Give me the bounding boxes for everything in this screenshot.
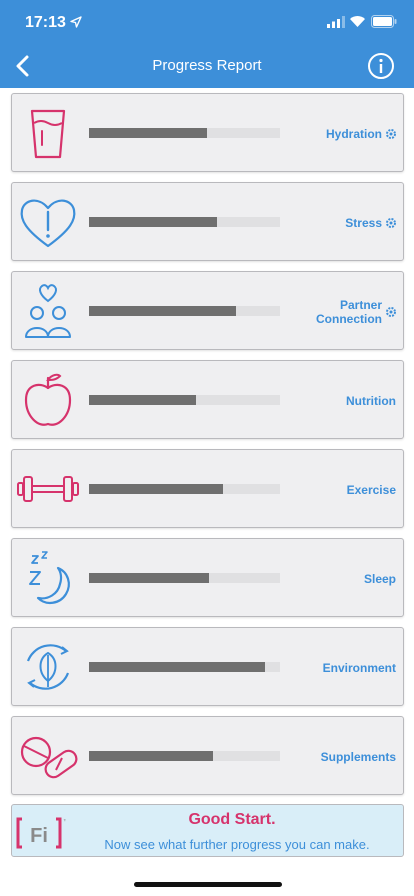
card-label: Stress	[345, 183, 396, 262]
info-icon[interactable]	[367, 52, 395, 80]
card-label-text: Stress	[345, 215, 382, 230]
status-bar: 17:13	[0, 0, 414, 44]
encouragement-banner[interactable]: Fi ™ Good Start. Now see what further pr…	[11, 804, 404, 857]
glass-icon	[30, 109, 66, 159]
banner-headline: Good Start.	[188, 811, 276, 828]
progress-card-partner-connection[interactable]: Partner Connection	[11, 271, 404, 350]
couple-icon	[25, 284, 71, 338]
navigation-bar: Progress Report	[0, 44, 414, 88]
progress-card-environment[interactable]: Environment	[11, 627, 404, 706]
card-label: Sleep	[364, 539, 396, 618]
card-label: Nutrition	[346, 361, 396, 440]
banner-subtext: Now see what further progress you can ma…	[104, 837, 370, 852]
card-label: Exercise	[347, 450, 396, 529]
pills-icon	[20, 736, 78, 779]
progress-card-exercise[interactable]: Exercise	[11, 449, 404, 528]
location-arrow-icon	[70, 16, 82, 28]
progress-bar	[89, 484, 280, 494]
progress-bar-fill	[89, 573, 210, 583]
card-label-text: Hydration	[325, 126, 382, 141]
card-label-text: Supplements	[320, 749, 396, 764]
battery-icon	[371, 15, 397, 28]
progress-bar-fill	[89, 751, 214, 761]
progress-bar	[89, 217, 280, 227]
progress-bar	[89, 395, 280, 405]
card-label-text: Partner Connection	[316, 297, 382, 326]
progress-bar-fill	[89, 128, 208, 138]
home-indicator[interactable]	[134, 882, 282, 887]
progress-bar	[89, 128, 280, 138]
moon-zzz-icon	[29, 551, 70, 604]
fi-logo: Fi ™	[16, 817, 66, 849]
progress-bar-fill	[89, 662, 265, 672]
gear-icon[interactable]	[386, 128, 396, 139]
progress-card-hydration[interactable]: Hydration	[11, 93, 404, 172]
status-time: 17:13	[25, 14, 66, 31]
progress-bar	[89, 662, 280, 672]
progress-card-nutrition[interactable]: Nutrition	[11, 360, 404, 439]
leaf-cycle-icon	[26, 644, 70, 690]
fi-logo-tm: ™	[63, 818, 66, 825]
wifi-icon	[350, 16, 365, 27]
progress-card-supplements[interactable]: Supplements	[11, 716, 404, 795]
card-label-text: Environment	[322, 660, 396, 675]
top-bar: 17:13 Progress Report	[0, 0, 414, 88]
card-label-text: Nutrition	[346, 393, 396, 408]
progress-bar	[89, 751, 280, 761]
card-label: Hydration	[326, 94, 396, 173]
progress-bar-fill	[89, 395, 196, 405]
progress-card-sleep[interactable]: Sleep	[11, 538, 404, 617]
heart-alert-icon	[20, 199, 76, 248]
card-label: Supplements	[321, 717, 396, 796]
progress-bar	[89, 573, 280, 583]
progress-bar-fill	[89, 217, 217, 227]
fi-logo-text: Fi	[30, 825, 48, 847]
card-label-text: Sleep	[363, 571, 396, 586]
progress-bar	[89, 306, 280, 316]
card-label-text: Exercise	[346, 482, 396, 497]
dumbbell-icon	[17, 476, 79, 502]
card-label: Partner Connection	[310, 272, 396, 351]
apple-icon	[24, 373, 72, 426]
progress-card-stress[interactable]: Stress	[11, 182, 404, 261]
gear-icon[interactable]	[386, 306, 396, 317]
page-title: Progress Report	[152, 57, 262, 74]
progress-bar-fill	[89, 306, 237, 316]
progress-bar-fill	[89, 484, 223, 494]
cellular-signal-icon	[327, 16, 345, 28]
card-label: Environment	[323, 628, 396, 707]
gear-icon[interactable]	[386, 217, 396, 228]
